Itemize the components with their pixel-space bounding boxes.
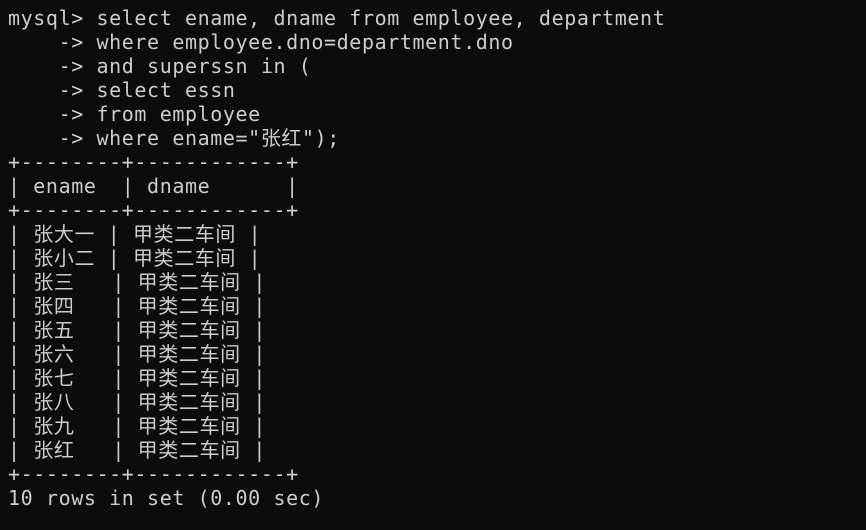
table-row: | 张大一 | 甲类二车间 | [8,222,262,246]
table-row: | 张小二 | 甲类二车间 | [8,246,262,270]
table-row: | 张六 | 甲类二车间 | [8,342,266,366]
table-border-top: +--------+------------+ [8,150,299,174]
table-row: | 张七 | 甲类二车间 | [8,366,266,390]
query-line-5: -> from employee [8,102,261,126]
table-row: | 张红 | 甲类二车间 | [8,438,266,462]
query-line-6: -> where ename="张红"); [8,126,340,150]
table-row: | 张五 | 甲类二车间 | [8,318,266,342]
terminal-window[interactable]: mysql> select ename, dname from employee… [0,0,866,530]
table-header-row: | ename | dname | [8,174,299,198]
query-line-3: -> and superssn in ( [8,54,312,78]
table-border-bottom: +--------+------------+ [8,462,299,486]
table-border-header: +--------+------------+ [8,198,299,222]
query-line-1: mysql> select ename, dname from employee… [8,6,666,30]
query-line-2: -> where employee.dno=department.dno [8,30,514,54]
table-row: | 张四 | 甲类二车间 | [8,294,266,318]
table-row: | 张八 | 甲类二车间 | [8,390,266,414]
query-line-4: -> select essn [8,78,236,102]
result-summary: 10 rows in set (0.00 sec) [8,486,325,510]
table-row: | 张三 | 甲类二车间 | [8,270,266,294]
table-row: | 张九 | 甲类二车间 | [8,414,266,438]
